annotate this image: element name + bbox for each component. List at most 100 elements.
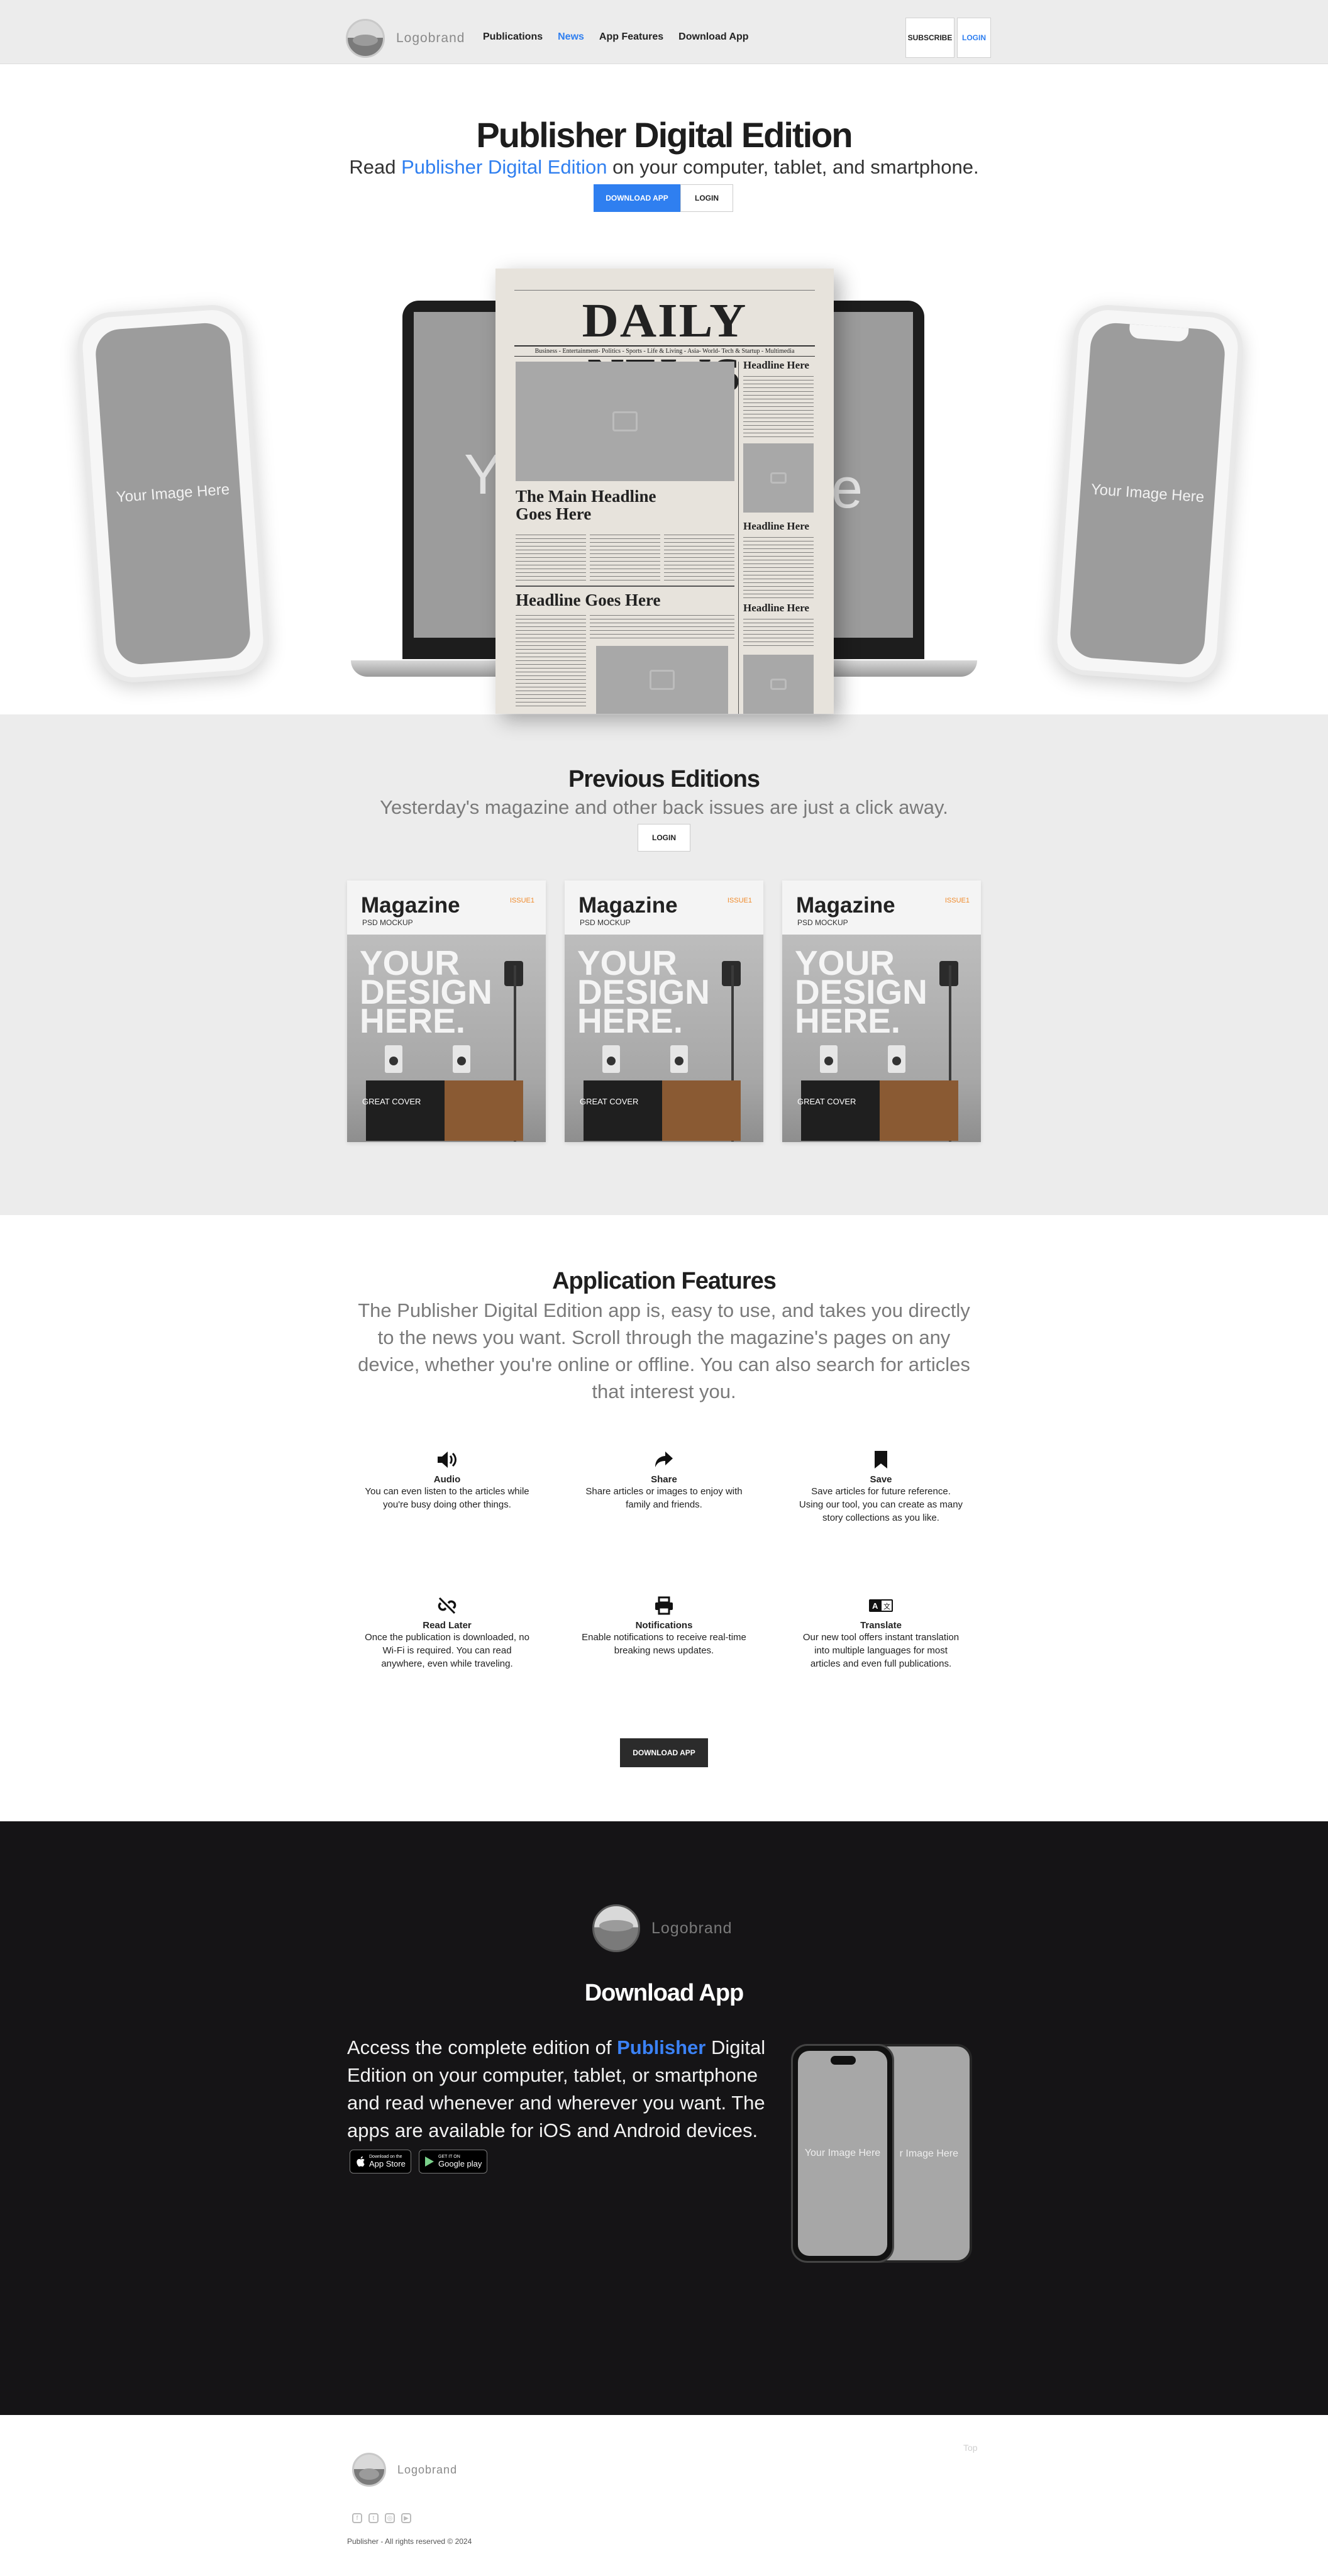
image-placeholder-icon [770,472,787,484]
nav-logo[interactable]: Logobrand [346,19,465,58]
previous-editions-subtitle: Yesterday's magazine and other back issu… [380,796,948,818]
download-text-highlight: Publisher [617,2036,706,2058]
svg-text:文: 文 [883,1602,890,1611]
newspaper-side-image [743,655,814,714]
nav-links: Publications News App Features Download … [483,31,749,43]
magazine-cover-line: GREAT COVER [362,1097,421,1106]
back-to-top-link[interactable]: Top [963,2443,978,2453]
magazine-title: Magazine [361,893,460,918]
app-store-badge[interactable]: Download on the App Store [350,2150,411,2174]
feature-share: Share Share articles or images to enjoy … [582,1449,746,1511]
speaker [385,1045,402,1073]
hero-sub-after: on your computer, tablet, and smartphone… [612,156,979,178]
nav-buttons: SUBSCRIBE LOGIN [905,18,991,58]
cabinet [584,1080,741,1141]
speaker [602,1045,620,1073]
google-play-label: GET IT ON Google play [438,2155,482,2168]
magazine-issue: ISSUE1 [727,897,752,904]
previous-editions-title: Previous Editions [568,766,760,792]
logo-text: Logobrand [397,2463,458,2476]
apple-icon [357,2156,365,2167]
cabinet [801,1080,958,1141]
cabinet [366,1080,523,1141]
newspaper-text-block [743,617,814,648]
nav-link-download-app[interactable]: Download App [678,31,748,43]
newspaper-side-headline-1: Headline Here [743,359,809,371]
previous-login-button[interactable]: LOGIN [638,824,690,852]
download-text-before: Access the complete edition of [347,2036,612,2058]
newspaper-second-headline: Headline Goes Here [516,591,661,609]
twitter-icon[interactable]: t [368,2513,379,2523]
feature-title: Audio [433,1474,461,1485]
feature-desc: Our new tool offers instant translation … [802,1632,960,1669]
nav-login-button[interactable]: LOGIN [957,18,991,58]
feature-title: Share [651,1474,677,1485]
feature-audio: Audio You can even listen to the article… [365,1449,529,1511]
laptop-placeholder-right: e [831,457,863,520]
download-title: Download App [584,1980,744,2006]
share-icon [582,1449,746,1470]
newspaper-side-image [743,443,814,513]
newspaper-side-headline-3: Headline Here [743,602,809,614]
logo-mark-icon [592,1904,640,1952]
hero-download-button[interactable]: DOWNLOAD APP [594,184,680,212]
feature-desc: Share articles or images to enjoy with f… [585,1486,743,1510]
speaker [888,1045,905,1073]
newspaper-text-block [516,533,586,583]
download-text: Access the complete edition of Publisher… [347,2034,775,2145]
magazine-subtitle: PSD MOCKUP [797,918,848,927]
feature-desc: Enable notifications to receive real-tim… [582,1632,746,1656]
newspaper-main-image [516,362,734,481]
feature-save: Save Save articles for future reference.… [799,1449,963,1524]
magazine-subtitle: PSD MOCKUP [362,918,413,927]
feature-read-later: Read Later Once the publication is downl… [365,1595,529,1670]
newspaper-side-headline-2: Headline Here [743,520,809,532]
magazine-title: Magazine [578,893,678,918]
features-download-button[interactable]: DOWNLOAD APP [620,1738,708,1767]
newspaper-text-block [590,533,660,583]
nav-link-news[interactable]: News [558,31,584,43]
google-play-text: Google play [438,2159,482,2168]
youtube-icon[interactable]: ▶ [401,2513,411,2523]
feature-title: Notifications [635,1620,693,1631]
features-subtitle: The Publisher Digital Edition app is, ea… [358,1299,970,1402]
download-phone-front: Your Image Here [791,2044,894,2263]
footer-logo[interactable]: Logobrand [352,2453,457,2487]
app-store-small: Download on the [369,2155,402,2159]
feature-notifications: Notifications Enable notifications to re… [582,1595,746,1657]
google-play-small: GET IT ON [438,2155,460,2159]
facebook-icon[interactable]: f [352,2513,362,2523]
unlink-icon [365,1595,529,1616]
magazine-card[interactable]: Magazine PSD MOCKUP ISSUE1 YOUR DESIGN H… [565,880,763,1142]
newspaper-text-block [590,613,734,638]
google-play-badge[interactable]: GET IT ON Google play [419,2150,488,2174]
magazine-card[interactable]: Magazine PSD MOCKUP ISSUE1 YOUR DESIGN H… [347,880,546,1142]
phone-back-placeholder: r Image Here [899,2148,958,2159]
subscribe-button[interactable]: SUBSCRIBE [905,18,954,58]
newspaper-second-image [596,646,728,714]
magazine-card[interactable]: Magazine PSD MOCKUP ISSUE1 YOUR DESIGN H… [782,880,981,1142]
nav-link-publications[interactable]: Publications [483,31,543,43]
feature-desc: You can even listen to the articles whil… [365,1486,529,1510]
instagram-icon[interactable]: ◎ [385,2513,395,2523]
feature-title: Translate [860,1620,902,1631]
top-navbar: Logobrand Publications News App Features… [0,0,1328,64]
hero-buttons: DOWNLOAD APP LOGIN [594,184,733,212]
newspaper-text-block [743,535,814,598]
phone-left-placeholder: Your Image Here [94,321,252,666]
social-links: f t ◎ ▶ [352,2513,411,2523]
feature-desc: Once the publication is downloaded, no W… [365,1632,529,1669]
newspaper-text-block [664,533,734,583]
hero-login-button[interactable]: LOGIN [680,184,733,212]
feature-title: Read Later [423,1620,472,1631]
newspaper-mockup: DAILY NEWS Business - Entertainment- Pol… [495,269,834,714]
magazine-cover-line: GREAT COVER [580,1097,639,1106]
newspaper-text-block [516,613,586,708]
feature-desc: Save articles for future reference. Usin… [799,1486,963,1523]
svg-text:A: A [872,1601,878,1611]
phone-right-placeholder: Your Image Here [1068,321,1227,666]
logo-text: Logobrand [651,1919,733,1937]
hero-sub-before: Read [349,156,396,178]
magazine-subtitle: PSD MOCKUP [580,918,631,927]
nav-link-app-features[interactable]: App Features [599,31,663,43]
